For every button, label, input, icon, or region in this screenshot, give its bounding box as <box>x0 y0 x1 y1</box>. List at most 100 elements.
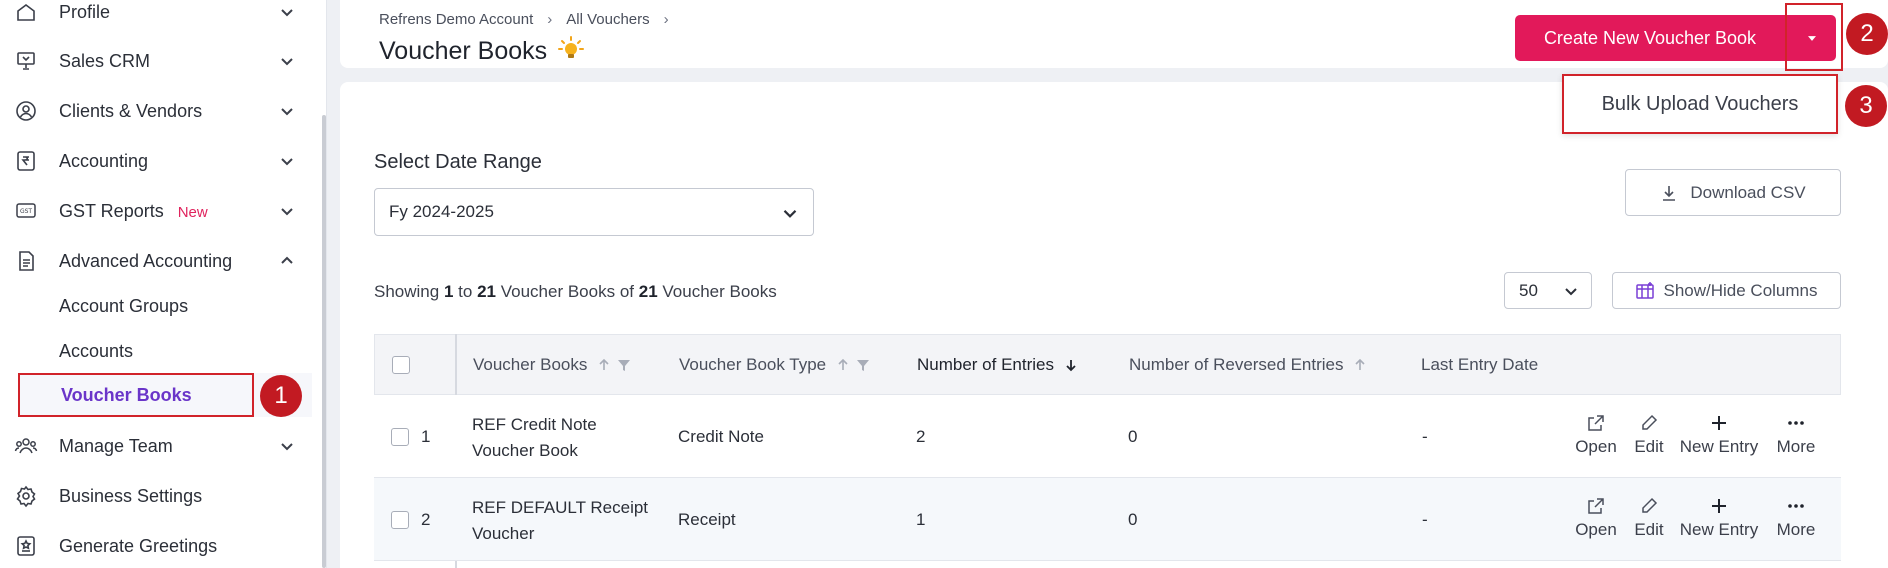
more-action[interactable]: More <box>1766 413 1826 457</box>
chevron-right-icon: › <box>663 11 669 28</box>
chevron-down-icon <box>783 210 797 218</box>
sidebar-item-manage-team[interactable]: Manage Team <box>0 424 318 468</box>
sidebar-item-label: Manage Team <box>59 435 173 456</box>
column-label: Voucher Books <box>473 355 588 374</box>
action-label: Open <box>1575 437 1617 456</box>
chevron-down-icon <box>277 101 297 121</box>
user-circle-icon <box>14 99 38 123</box>
document-icon <box>14 249 38 273</box>
sort-up-icon[interactable] <box>836 358 850 372</box>
sidebar-subitem-voucher-books[interactable]: Voucher Books <box>18 373 254 417</box>
sidebar-item-generate-greetings[interactable]: Generate Greetings <box>0 524 318 568</box>
action-label: Open <box>1575 520 1617 539</box>
summary-text: of <box>619 282 635 301</box>
voucher-book-type: Receipt <box>678 510 736 529</box>
column-label: Voucher Book Type <box>679 355 827 374</box>
sidebar: Profile Sales CRM Clients & Vendors Acco… <box>0 0 327 568</box>
table-row[interactable]: 1 REF Credit Note Voucher Book Credit No… <box>374 395 1841 478</box>
plus-icon <box>1712 499 1726 513</box>
edit-action[interactable]: Edit <box>1619 413 1679 457</box>
new-badge: New <box>177 203 208 221</box>
sidebar-scrollbar[interactable] <box>322 115 326 568</box>
sidebar-subitem-account-groups[interactable]: Account Groups <box>59 296 188 317</box>
filter-icon[interactable] <box>856 358 870 372</box>
table-row[interactable]: 2 REF DEFAULT Receipt Voucher Receipt 1 … <box>374 478 1841 561</box>
more-action[interactable]: More <box>1766 496 1826 540</box>
action-label: Edit <box>1634 520 1664 539</box>
more-dots-icon <box>1788 504 1804 508</box>
column-header-reversed-entries[interactable]: Number of Reversed Entries <box>1129 355 1367 375</box>
column-header-number-of-entries[interactable]: Number of Entries <box>917 355 1078 375</box>
svg-text:GST: GST <box>20 208 32 215</box>
summary-text: Voucher Books <box>662 282 777 301</box>
lightbulb-icon[interactable] <box>558 36 585 62</box>
gst-label: GST Reports <box>59 200 164 221</box>
create-voucher-book-button[interactable]: Create New Voucher Book <box>1515 15 1785 61</box>
open-action[interactable]: Open <box>1566 496 1626 540</box>
more-dots-icon <box>1788 421 1804 425</box>
gst-icon: GST <box>14 199 38 223</box>
sidebar-item-advanced-accounting[interactable]: Advanced Accounting <box>0 239 318 283</box>
last-entry-date: - <box>1422 510 1428 529</box>
sidebar-item-sales-crm[interactable]: Sales CRM <box>0 39 318 83</box>
sort-up-icon[interactable] <box>1353 358 1367 372</box>
chevron-down-icon <box>277 2 297 22</box>
chevron-down-icon <box>277 201 297 221</box>
breadcrumb: Refrens Demo Account › All Vouchers › <box>379 11 683 28</box>
sort-down-icon[interactable] <box>1064 358 1078 372</box>
sidebar-item-clients-vendors[interactable]: Clients & Vendors <box>0 89 318 133</box>
download-icon <box>1663 185 1676 201</box>
sidebar-item-label: Generate Greetings <box>59 535 218 556</box>
column-header-voucher-books[interactable]: Voucher Books <box>473 355 631 375</box>
chevron-down-icon <box>1565 288 1577 296</box>
date-range-select[interactable]: Fy 2024-2025 <box>374 188 814 236</box>
page-size-select[interactable]: 50 <box>1504 272 1592 309</box>
sidebar-item-label: Sales CRM <box>59 50 151 71</box>
sidebar-subitem-label: Voucher Books <box>61 385 192 405</box>
sidebar-item-gst-reports[interactable]: GST GST Reports New <box>0 189 318 233</box>
download-csv-button[interactable]: Download CSV <box>1625 169 1841 216</box>
annotation-badge-2: 2 <box>1846 13 1888 55</box>
row-index: 1 <box>421 427 431 446</box>
open-action[interactable]: Open <box>1566 413 1626 457</box>
column-label: Last Entry Date <box>1421 355 1539 374</box>
plus-icon <box>1712 416 1726 430</box>
show-hide-columns-label: Show/Hide Columns <box>1663 280 1818 300</box>
number-of-reversed-entries: 0 <box>1128 510 1138 529</box>
new-entry-action[interactable]: New Entry <box>1674 413 1764 457</box>
sidebar-item-label: Clients & Vendors <box>59 100 203 121</box>
edit-action[interactable]: Edit <box>1619 496 1679 540</box>
bulk-upload-vouchers-menu-item[interactable]: Bulk Upload Vouchers <box>1562 74 1838 134</box>
sidebar-item-profile[interactable]: Profile <box>0 0 318 34</box>
column-label: Number of Reversed Entries <box>1129 355 1344 374</box>
page-title-text: Voucher Books <box>379 37 548 65</box>
chevron-right-icon: › <box>547 11 553 28</box>
sidebar-item-label: Profile <box>59 1 111 22</box>
show-hide-columns-button[interactable]: Show/Hide Columns <box>1612 272 1841 309</box>
breadcrumb-item[interactable]: Refrens Demo Account <box>379 11 533 28</box>
external-link-icon <box>1588 498 1604 514</box>
voucher-book-name[interactable]: REF Credit Note Voucher Book <box>472 412 632 464</box>
sidebar-item-label: Accounting <box>59 150 149 171</box>
row-checkbox[interactable] <box>391 428 409 446</box>
annotation-badge-1: 1 <box>260 375 302 417</box>
home-icon <box>14 0 38 24</box>
row-checkbox[interactable] <box>391 511 409 529</box>
column-header-voucher-book-type[interactable]: Voucher Book Type <box>679 355 870 375</box>
column-header-last-entry-date[interactable]: Last Entry Date <box>1421 355 1538 375</box>
presentation-icon <box>14 49 38 73</box>
chevron-down-icon <box>277 151 297 171</box>
summary-text: to <box>458 282 473 301</box>
greeting-card-icon <box>14 534 38 558</box>
voucher-book-name[interactable]: REF DEFAULT Receipt Voucher <box>472 495 652 547</box>
rupee-icon <box>14 149 38 173</box>
select-all-checkbox[interactable] <box>392 356 410 374</box>
sort-up-icon[interactable] <box>597 358 611 372</box>
summary-to: 21 <box>477 282 496 301</box>
filter-icon[interactable] <box>617 358 631 372</box>
sidebar-item-accounting[interactable]: Accounting <box>0 139 318 183</box>
sidebar-subitem-accounts[interactable]: Accounts <box>59 341 133 362</box>
breadcrumb-item[interactable]: All Vouchers <box>566 11 649 28</box>
sidebar-item-business-settings[interactable]: Business Settings <box>0 474 318 518</box>
new-entry-action[interactable]: New Entry <box>1674 496 1764 540</box>
